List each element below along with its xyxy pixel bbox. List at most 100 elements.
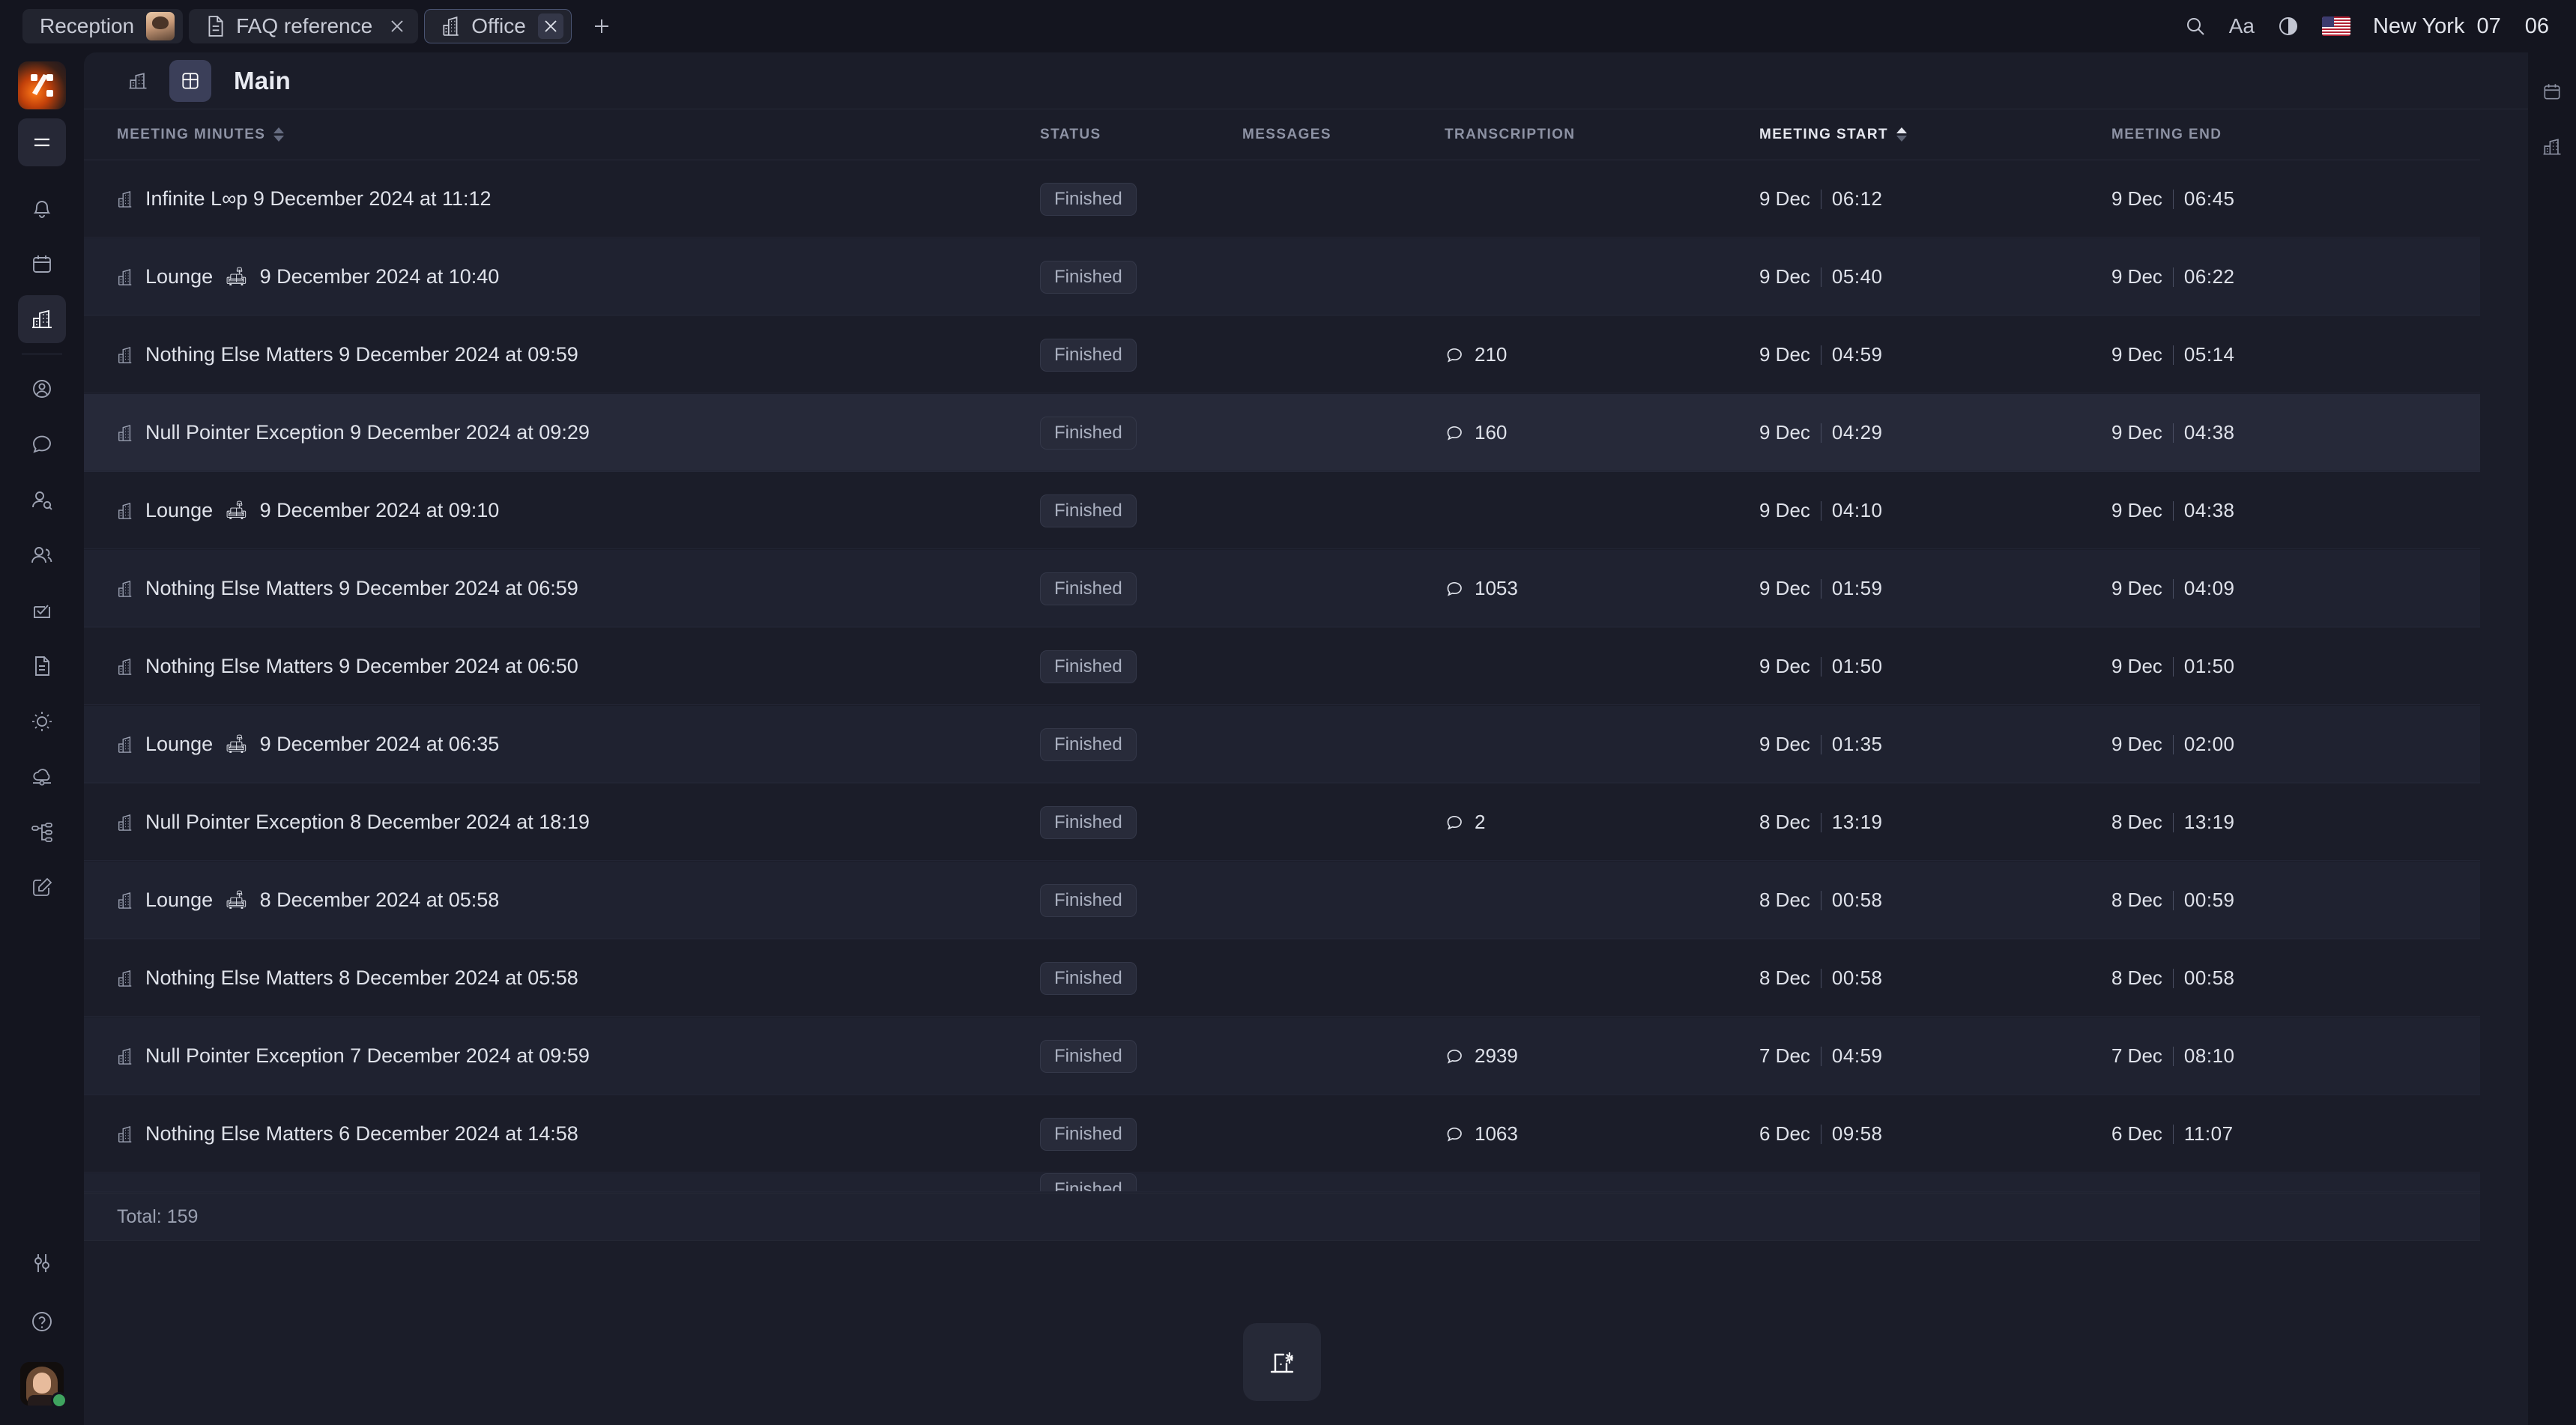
sidebar-item-notifications[interactable] xyxy=(18,184,66,232)
table-view-button[interactable] xyxy=(169,59,211,102)
cell-meeting-minutes[interactable]: Nothing Else Matters 8 December 2024 at … xyxy=(117,966,1040,990)
sidebar-item-calendar[interactable] xyxy=(18,240,66,288)
cell-status: Finished xyxy=(1040,883,1242,917)
office-view-button[interactable] xyxy=(117,60,159,102)
tab-office[interactable]: Office xyxy=(424,9,572,43)
cell-meeting-minutes[interactable]: Null Pointer Exception 7 December 2024 a… xyxy=(117,1044,1040,1068)
panel-header: Main xyxy=(84,52,2528,109)
row-title-text: Nothing Else Matters 9 December 2024 at … xyxy=(145,577,578,599)
table-row[interactable]: Nothing Else Matters 6 December 2024 at … xyxy=(84,1095,2480,1173)
sidebar-item-cloud-sync[interactable] xyxy=(18,753,66,801)
table-body: Infinite L∞p 9 December 2024 at 11:12 Fi… xyxy=(84,160,2480,1193)
sidebar-item-chat[interactable] xyxy=(18,420,66,468)
sidebar-item-menu-toggle[interactable] xyxy=(18,118,66,166)
building-icon xyxy=(117,580,133,598)
search-icon[interactable] xyxy=(2184,15,2207,37)
sidebar-item-user-search[interactable] xyxy=(18,476,66,524)
start-time: 05:40 xyxy=(1831,265,1883,288)
cell-meeting-minutes[interactable]: Nothing Else Matters 9 December 2024 at … xyxy=(117,655,1040,678)
clock: New York 07 06 xyxy=(2373,14,2549,39)
cell-meeting-minutes[interactable]: Lounge 🛋 9 December 2024 at 10:40 xyxy=(117,265,1040,288)
cell-status: Finished xyxy=(1040,182,1242,216)
app-logo[interactable] xyxy=(18,61,66,109)
new-meeting-minutes-button[interactable] xyxy=(1243,1323,1321,1401)
sidebar-item-org-chart[interactable] xyxy=(18,808,66,856)
transcription-count: 1053 xyxy=(1475,577,1518,599)
cell-meeting-start: 9 Dec 04:10 xyxy=(1759,499,2111,522)
text-size-icon[interactable]: Aa xyxy=(2229,14,2255,38)
cell-meeting-minutes[interactable]: Lounge 🛋 9 December 2024 at 06:35 xyxy=(117,733,1040,756)
sidebar-item-help[interactable] xyxy=(18,1298,66,1346)
column-header-meeting-end[interactable]: MEETING END xyxy=(2111,127,2516,143)
cell-meeting-minutes[interactable]: Infinite L∞p 9 December 2024 at 11:12 xyxy=(117,187,1040,211)
cell-meeting-end: 9 Dec 05:14 xyxy=(2111,343,2516,366)
table-row[interactable]: Nothing Else Matters 9 December 2024 at … xyxy=(84,628,2480,706)
sidebar-item-documents[interactable] xyxy=(18,642,66,690)
start-date: 9 Dec xyxy=(1759,265,1810,288)
start-date: 8 Dec xyxy=(1759,811,1810,833)
building-icon xyxy=(117,969,133,987)
column-label: TRANSCRIPTION xyxy=(1445,126,1576,142)
location-label: New York xyxy=(2372,13,2465,38)
close-icon[interactable] xyxy=(537,13,563,39)
cell-meeting-minutes[interactable]: Lounge 🛋 8 December 2024 at 05:58 xyxy=(117,889,1040,912)
theme-contrast-icon[interactable] xyxy=(2277,15,2300,37)
cell-meeting-minutes[interactable]: Nothing Else Matters 9 December 2024 at … xyxy=(117,577,1040,600)
tab-reception[interactable]: Reception xyxy=(22,9,184,43)
cell-status: Finished xyxy=(1040,961,1242,995)
cell-transcription: 210 xyxy=(1445,343,1759,366)
user-avatar[interactable] xyxy=(20,1362,67,1409)
sidebar-item-contacts[interactable] xyxy=(18,365,66,413)
sort-indicator[interactable] xyxy=(273,127,285,142)
sidebar-item-tasks[interactable] xyxy=(18,587,66,635)
table-row[interactable]: Nothing Else Matters 9 December 2024 at … xyxy=(84,316,2480,394)
cell-meeting-minutes[interactable]: Null Pointer Exception 8 December 2024 a… xyxy=(117,811,1040,834)
table-row[interactable]: Infinite L∞p 9 December 2024 at 11:12 Fi… xyxy=(84,160,2480,238)
sidebar-item-weather[interactable] xyxy=(18,698,66,745)
sort-indicator-active[interactable] xyxy=(1896,127,1907,142)
sidebar-item-notes[interactable] xyxy=(18,864,66,912)
couch-emoji: 🛋 xyxy=(225,734,248,754)
cell-meeting-end: 9 Dec 04:38 xyxy=(2111,421,2516,444)
calendar-icon[interactable] xyxy=(2534,73,2570,109)
table-row[interactable]: Lounge 🛋 9 December 2024 at 06:35 Finished… xyxy=(84,706,2480,784)
start-time: 09:58 xyxy=(1831,1122,1883,1145)
end-time: 06:45 xyxy=(2183,187,2235,210)
table-row[interactable]: Nothing Else Matters 8 December 2024 at … xyxy=(84,940,2480,1017)
end-time: 05:14 xyxy=(2183,343,2235,366)
table-row[interactable]: Null Pointer Exception 9 December 2024 a… xyxy=(84,394,2480,472)
tab-faq-reference[interactable]: FAQ reference xyxy=(189,9,419,43)
end-date: 9 Dec xyxy=(2111,187,2162,210)
left-sidebar xyxy=(0,52,84,1425)
table-row[interactable]: Nothing Else Matters 9 December 2024 at … xyxy=(84,550,2480,628)
sidebar-item-office[interactable] xyxy=(18,295,66,343)
table-row[interactable]: Lounge 🛋 9 December 2024 at 09:10 Finished… xyxy=(84,472,2480,550)
column-header-meeting-minutes[interactable]: MEETING MINUTES xyxy=(117,127,1040,143)
table-row[interactable]: Lounge 🛋 9 December 2024 at 10:40 Finished… xyxy=(84,238,2480,316)
cell-meeting-end: 8 Dec 13:19 xyxy=(2111,811,2516,834)
cell-meeting-end: 8 Dec 00:58 xyxy=(2111,966,2516,990)
table-row-partial[interactable]: Finished xyxy=(84,1173,2480,1193)
start-date: 9 Dec xyxy=(1759,499,1810,521)
column-header-messages[interactable]: MESSAGES xyxy=(1242,127,1445,143)
cell-meeting-minutes[interactable]: Lounge 🛋 9 December 2024 at 09:10 xyxy=(117,499,1040,522)
table-row[interactable]: Lounge 🛋 8 December 2024 at 05:58 Finished… xyxy=(84,862,2480,940)
row-title-suffix: 9 December 2024 at 06:35 xyxy=(259,733,500,755)
close-icon[interactable] xyxy=(384,13,410,39)
column-header-status[interactable]: STATUS xyxy=(1040,127,1242,143)
column-header-transcription[interactable]: TRANSCRIPTION xyxy=(1445,127,1759,143)
table-row[interactable]: Null Pointer Exception 8 December 2024 a… xyxy=(84,784,2480,862)
table-row[interactable]: Null Pointer Exception 7 December 2024 a… xyxy=(84,1017,2480,1095)
sidebar-item-settings-sliders[interactable] xyxy=(18,1239,66,1287)
cell-meeting-minutes[interactable]: Nothing Else Matters 6 December 2024 at … xyxy=(117,1122,1040,1146)
cell-meeting-minutes[interactable]: Nothing Else Matters 9 December 2024 at … xyxy=(117,343,1040,366)
building-icon[interactable] xyxy=(2534,129,2570,165)
status-badge: Finished xyxy=(1040,1173,1137,1192)
flag-icon[interactable] xyxy=(2321,16,2350,36)
sidebar-item-team[interactable] xyxy=(18,531,66,579)
cell-status: Finished xyxy=(1040,572,1242,605)
column-header-meeting-start[interactable]: MEETING START xyxy=(1759,127,2111,143)
cell-meeting-minutes[interactable]: Null Pointer Exception 9 December 2024 a… xyxy=(117,421,1040,444)
status-badge: Finished xyxy=(1040,1039,1137,1073)
new-tab-button[interactable] xyxy=(585,10,618,43)
